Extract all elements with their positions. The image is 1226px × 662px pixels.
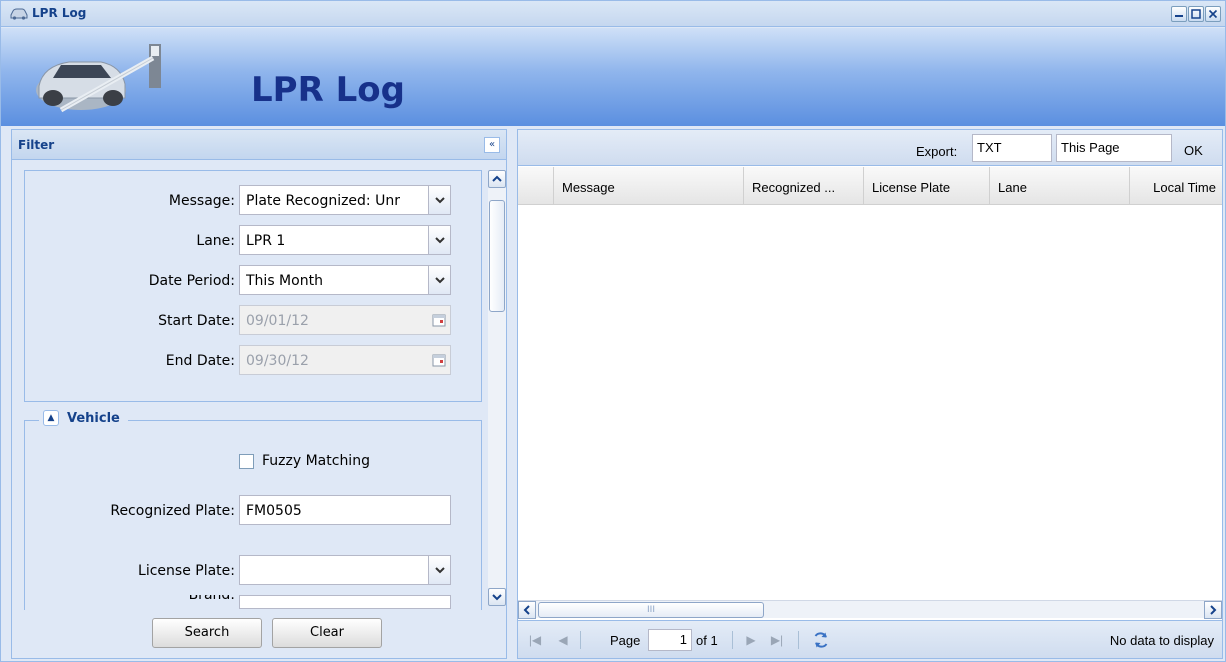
filter-panel: Filter « Message: Plate Recognized: Unr … bbox=[11, 129, 507, 659]
chevron-down-icon[interactable] bbox=[428, 186, 450, 214]
scroll-right-icon[interactable] bbox=[1204, 601, 1222, 619]
end-date-field[interactable]: 09/30/12 bbox=[239, 345, 451, 375]
filter-vertical-scrollbar[interactable] bbox=[488, 170, 506, 606]
vehicle-legend: ▲ Vehicle bbox=[39, 410, 128, 426]
start-date-field[interactable]: 09/01/12 bbox=[239, 305, 451, 335]
title-bar: LPR Log bbox=[1, 1, 1225, 27]
car-barrier-logo bbox=[36, 44, 161, 113]
brand-label: Brand: bbox=[188, 595, 235, 603]
previous-page-icon[interactable]: ◀ bbox=[556, 633, 570, 647]
recognized-plate-label: Recognized Plate: bbox=[110, 503, 235, 519]
grid-header: Message Recognized ... License Plate Lan… bbox=[518, 167, 1222, 205]
end-date-label: End Date: bbox=[165, 353, 235, 369]
export-label: Export: bbox=[916, 144, 958, 159]
header-banner: LPR Log bbox=[1, 28, 1225, 126]
export-scope-select[interactable]: This Page bbox=[1056, 134, 1172, 162]
scroll-left-icon[interactable] bbox=[518, 601, 536, 619]
recognized-plate-input[interactable]: FM0505 bbox=[239, 495, 451, 525]
start-date-row: Start Date: 09/01/12 bbox=[25, 305, 483, 335]
calendar-icon[interactable] bbox=[428, 306, 450, 334]
grid-column-local-time[interactable]: Local Time bbox=[1130, 167, 1222, 205]
pager-separator bbox=[580, 631, 581, 649]
license-plate-row: License Plate: bbox=[25, 555, 483, 585]
triangle-up-icon[interactable]: ▲ bbox=[43, 410, 59, 426]
last-page-icon[interactable]: ▶| bbox=[770, 633, 784, 647]
date-period-row: Date Period: This Month bbox=[25, 265, 483, 295]
scrollbar-thumb[interactable]: III bbox=[538, 602, 764, 618]
paging-toolbar: |◀ ◀ Page 1 of 1 ▶ ▶| No data to display bbox=[518, 620, 1222, 658]
recognized-plate-row: Recognized Plate: FM0505 bbox=[25, 495, 483, 525]
chevron-down-icon[interactable] bbox=[428, 226, 450, 254]
message-label: Message: bbox=[168, 193, 235, 209]
date-period-value: This Month bbox=[246, 273, 323, 289]
double-chevron-left-icon[interactable]: « bbox=[484, 137, 500, 153]
end-date-row: End Date: 09/30/12 bbox=[25, 345, 483, 375]
brand-select[interactable] bbox=[239, 595, 451, 609]
grid-body bbox=[518, 206, 1222, 598]
banner-title: LPR Log bbox=[251, 70, 405, 110]
grid-column-recognized[interactable]: Recognized ... bbox=[744, 167, 864, 205]
calendar-icon[interactable] bbox=[428, 346, 450, 374]
message-row: Message: Plate Recognized: Unr bbox=[25, 185, 483, 215]
clear-button[interactable]: Clear bbox=[272, 618, 382, 648]
fuzzy-matching-label: Fuzzy Matching bbox=[262, 453, 370, 469]
message-value: Plate Recognized: Unr bbox=[246, 193, 400, 209]
end-date-value: 09/30/12 bbox=[246, 353, 309, 369]
date-period-select[interactable]: This Month bbox=[239, 265, 451, 295]
message-select[interactable]: Plate Recognized: Unr bbox=[239, 185, 451, 215]
license-plate-label: License Plate: bbox=[138, 563, 235, 579]
minimize-icon[interactable] bbox=[1171, 6, 1187, 22]
refresh-icon[interactable] bbox=[812, 631, 830, 649]
filter-actions: Search Clear bbox=[152, 618, 382, 648]
export-ok-button[interactable]: OK bbox=[1184, 143, 1203, 158]
vehicle-legend-label: Vehicle bbox=[67, 410, 120, 426]
chevron-down-icon[interactable] bbox=[428, 266, 450, 294]
search-button[interactable]: Search bbox=[152, 618, 262, 648]
scroll-up-icon[interactable] bbox=[488, 170, 506, 188]
vehicle-fieldset: ▲ Vehicle Fuzzy Matching Recognized Plat… bbox=[24, 410, 483, 610]
next-page-icon[interactable]: ▶ bbox=[744, 633, 758, 647]
license-plate-select[interactable] bbox=[239, 555, 451, 585]
page-count-label: of 1 bbox=[696, 633, 718, 648]
fuzzy-matching-row: Fuzzy Matching bbox=[239, 453, 370, 469]
window-controls bbox=[1171, 6, 1221, 22]
fuzzy-matching-checkbox[interactable] bbox=[239, 453, 254, 469]
page-number-input[interactable]: 1 bbox=[648, 629, 692, 651]
chevron-down-icon[interactable] bbox=[428, 556, 450, 584]
date-period-label: Date Period: bbox=[148, 273, 235, 289]
grid-toolbar: Export: TXT This Page OK bbox=[518, 130, 1222, 166]
grid-column-message[interactable]: Message bbox=[554, 167, 744, 205]
lane-value: LPR 1 bbox=[246, 233, 286, 249]
window-title: LPR Log bbox=[32, 6, 87, 20]
maximize-icon[interactable] bbox=[1188, 6, 1204, 22]
grid-column-license-plate[interactable]: License Plate bbox=[864, 167, 990, 205]
pager-status: No data to display bbox=[1109, 633, 1214, 648]
grid-column-rownumber bbox=[518, 167, 554, 205]
results-grid-panel: Export: TXT This Page OK Message Recogni… bbox=[517, 129, 1223, 659]
page-label: Page bbox=[610, 633, 641, 648]
lane-label: Lane: bbox=[196, 233, 235, 249]
brand-row: Brand: bbox=[25, 595, 483, 609]
pager-separator bbox=[732, 631, 733, 649]
grid-column-lane[interactable]: Lane bbox=[990, 167, 1130, 205]
lpr-log-window: LPR Log LPR Log Filter « Message: Plate … bbox=[0, 0, 1226, 662]
car-icon bbox=[10, 8, 28, 20]
pager-separator bbox=[798, 631, 799, 649]
first-page-icon[interactable]: |◀ bbox=[528, 633, 542, 647]
scrollbar-thumb[interactable] bbox=[489, 200, 505, 312]
scroll-down-icon[interactable] bbox=[488, 588, 506, 606]
grid-horizontal-scrollbar[interactable]: III bbox=[518, 600, 1222, 619]
date-filter-fieldset: Message: Plate Recognized: Unr Lane: LPR… bbox=[24, 170, 482, 402]
recognized-plate-value: FM0505 bbox=[246, 503, 302, 519]
close-icon[interactable] bbox=[1205, 6, 1221, 22]
filter-title: Filter bbox=[18, 138, 55, 152]
start-date-label: Start Date: bbox=[158, 313, 235, 329]
start-date-value: 09/01/12 bbox=[246, 313, 309, 329]
export-format-select[interactable]: TXT bbox=[972, 134, 1052, 162]
lane-select[interactable]: LPR 1 bbox=[239, 225, 451, 255]
filter-header: Filter « bbox=[12, 130, 506, 160]
lane-row: Lane: LPR 1 bbox=[25, 225, 483, 255]
